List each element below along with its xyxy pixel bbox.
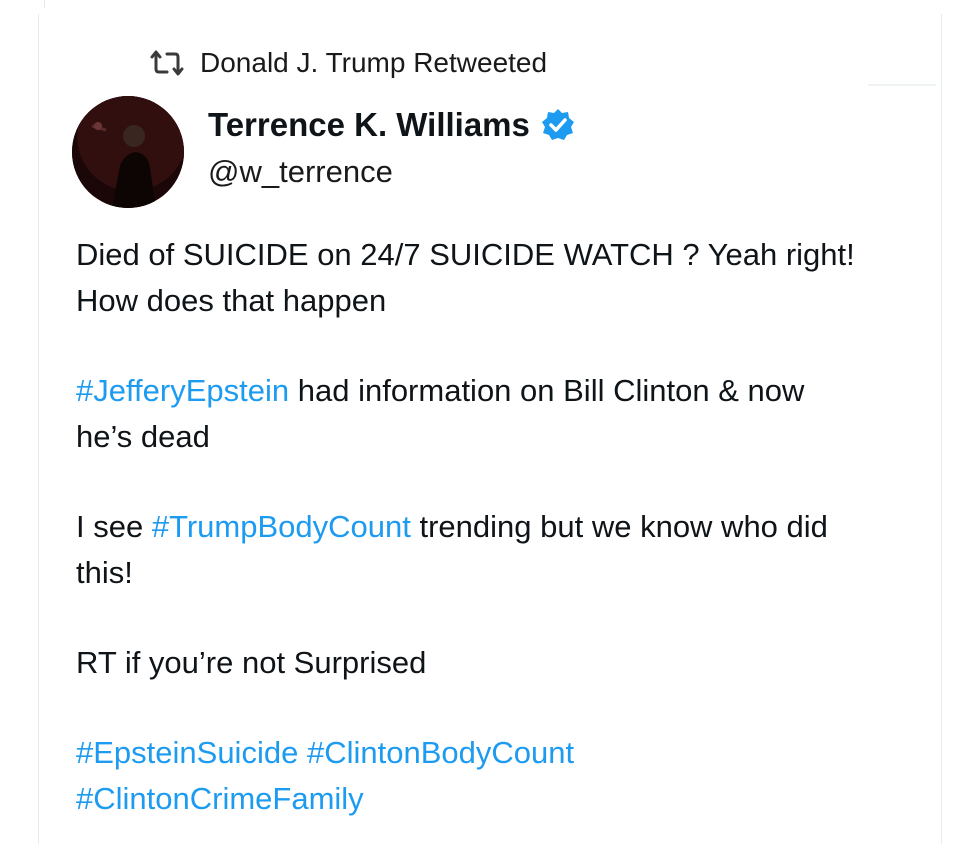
tweet-text: trending but we know who did	[410, 509, 828, 544]
retweet-icon	[150, 50, 184, 76]
tweet-text: I see	[76, 509, 152, 544]
top-divider-tick	[44, 0, 45, 8]
author-name[interactable]: Terrence K. Williams	[208, 106, 530, 144]
tweet-text: Died of SUICIDE on 24/7 SUICIDE WATCH ? …	[76, 237, 855, 272]
hashtag-link[interactable]: #EpsteinSuicide	[76, 735, 298, 770]
tweet-text: RT if you’re not Surprised	[76, 645, 427, 680]
tweet-paragraph-5: #EpsteinSuicide #ClintonBodyCount #Clint…	[76, 730, 926, 822]
author-name-row[interactable]: Terrence K. Williams	[208, 106, 576, 144]
tweet-text: had information on Bill Clinton & now	[289, 373, 805, 408]
tweet-text: How does that happen	[76, 283, 387, 318]
retweet-context[interactable]: Donald J. Trump Retweeted	[150, 44, 547, 82]
verified-badge-icon	[541, 109, 574, 140]
tweet-text: he’s dead	[76, 419, 210, 454]
hashtag-link[interactable]: #JefferyEpstein	[76, 373, 289, 408]
tweet-paragraph-2: #JefferyEpstein had information on Bill …	[76, 368, 926, 460]
tweet-body: Died of SUICIDE on 24/7 SUICIDE WATCH ? …	[76, 232, 926, 822]
tweet-text: this!	[76, 555, 133, 590]
tweet-paragraph-3: I see #TrumpBodyCount trending but we kn…	[76, 504, 926, 596]
hashtag-link[interactable]: #ClintonCrimeFamily	[76, 781, 364, 816]
hashtag-link[interactable]: #TrumpBodyCount	[152, 509, 411, 544]
retweet-label: Donald J. Trump Retweeted	[200, 47, 548, 78]
header-divider	[868, 84, 936, 86]
tweet-paragraph-1: Died of SUICIDE on 24/7 SUICIDE WATCH ? …	[76, 232, 926, 324]
author-handle[interactable]: @w_terrence	[208, 154, 393, 190]
tweet-paragraph-4: RT if you’re not Surprised	[76, 640, 926, 686]
avatar[interactable]	[72, 96, 184, 208]
avatar-image	[72, 96, 184, 208]
hashtag-link[interactable]: #ClintonBodyCount	[307, 735, 574, 770]
